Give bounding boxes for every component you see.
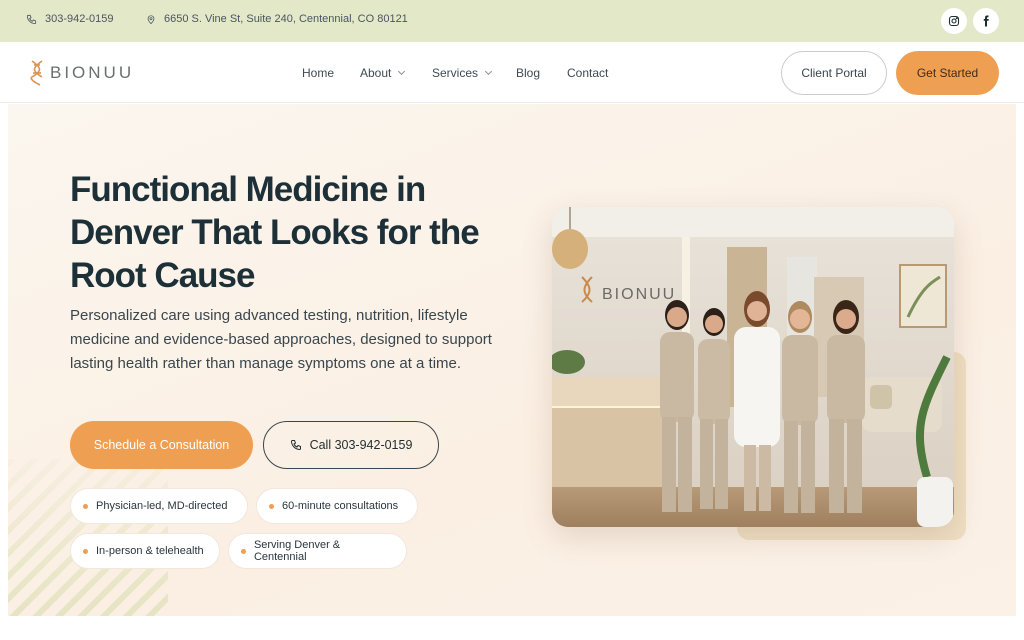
hero-title: Functional Medicine in Denver That Looks… xyxy=(70,170,480,295)
feature-badge: In-person & telehealth xyxy=(70,533,220,569)
feature-badge: Physician-led, MD-directed xyxy=(70,488,248,524)
bullet-dot-icon xyxy=(83,503,88,509)
nav-blog[interactable]: Blog xyxy=(516,66,540,80)
instagram-icon xyxy=(948,15,960,27)
nav-home-label: Home xyxy=(302,66,335,80)
topbar-address: 6650 S. Vine St, Suite 240, Centennial, … xyxy=(146,13,408,25)
feature-badge: Serving Denver & Centennial xyxy=(228,533,407,569)
map-pin-icon xyxy=(147,14,155,24)
call-button[interactable]: Call 303-942-0159 xyxy=(263,421,439,469)
nav-contact[interactable]: Contact xyxy=(567,66,608,80)
site-header: BIONUU Home About Services Blog Contact … xyxy=(0,42,1024,103)
nav-home[interactable]: Home xyxy=(302,66,334,80)
feature-badge-label: 60-minute consultations xyxy=(282,500,399,512)
facebook-link[interactable] xyxy=(973,8,999,34)
feature-badge-label: Physician-led, MD-directed xyxy=(96,500,228,512)
dna-icon xyxy=(30,60,43,86)
topbar-address-text: 6650 S. Vine St, Suite 240, Centennial, … xyxy=(164,13,408,25)
instagram-link[interactable] xyxy=(941,8,967,34)
feature-badge-label: In-person & telehealth xyxy=(96,545,204,557)
nav-blog-label: Blog xyxy=(516,66,541,80)
nav-contact-label: Contact xyxy=(567,66,609,80)
bullet-dot-icon xyxy=(241,548,246,554)
bullet-dot-icon xyxy=(83,548,88,554)
nav-about-label: About xyxy=(360,66,392,80)
brand-logo[interactable]: BIONUU xyxy=(30,59,134,87)
client-portal-button[interactable]: Client Portal xyxy=(781,51,887,95)
wall-sign-text: BIONUU xyxy=(602,286,676,303)
schedule-consultation-button[interactable]: Schedule a Consultation xyxy=(70,421,253,469)
bullet-dot-icon xyxy=(269,503,274,509)
nav-services-label: Services xyxy=(432,66,479,80)
hero-subtitle: Personalized care using advanced testing… xyxy=(70,307,492,372)
chevron-down-icon xyxy=(484,67,493,76)
top-info-bar: 303-942-0159 6650 S. Vine St, Suite 240,… xyxy=(0,0,1024,42)
feature-badge: 60-minute consultations xyxy=(256,488,418,524)
nav-about[interactable]: About xyxy=(360,66,406,80)
nav-services[interactable]: Services xyxy=(432,66,493,80)
phone-icon xyxy=(290,440,301,451)
topbar-phone[interactable]: 303-942-0159 xyxy=(26,13,114,25)
brand-name: BIONUU xyxy=(50,63,135,82)
get-started-button[interactable]: Get Started xyxy=(896,51,999,95)
phone-icon xyxy=(26,14,37,24)
feature-badge-label: Serving Denver & Centennial xyxy=(253,539,341,563)
facebook-icon xyxy=(983,15,989,27)
clinic-team-photo: BIONUU xyxy=(552,207,954,527)
topbar-phone-text: 303-942-0159 xyxy=(45,13,114,25)
call-button-label: Call 303-942-0159 xyxy=(309,438,413,452)
chevron-down-icon xyxy=(398,67,406,76)
